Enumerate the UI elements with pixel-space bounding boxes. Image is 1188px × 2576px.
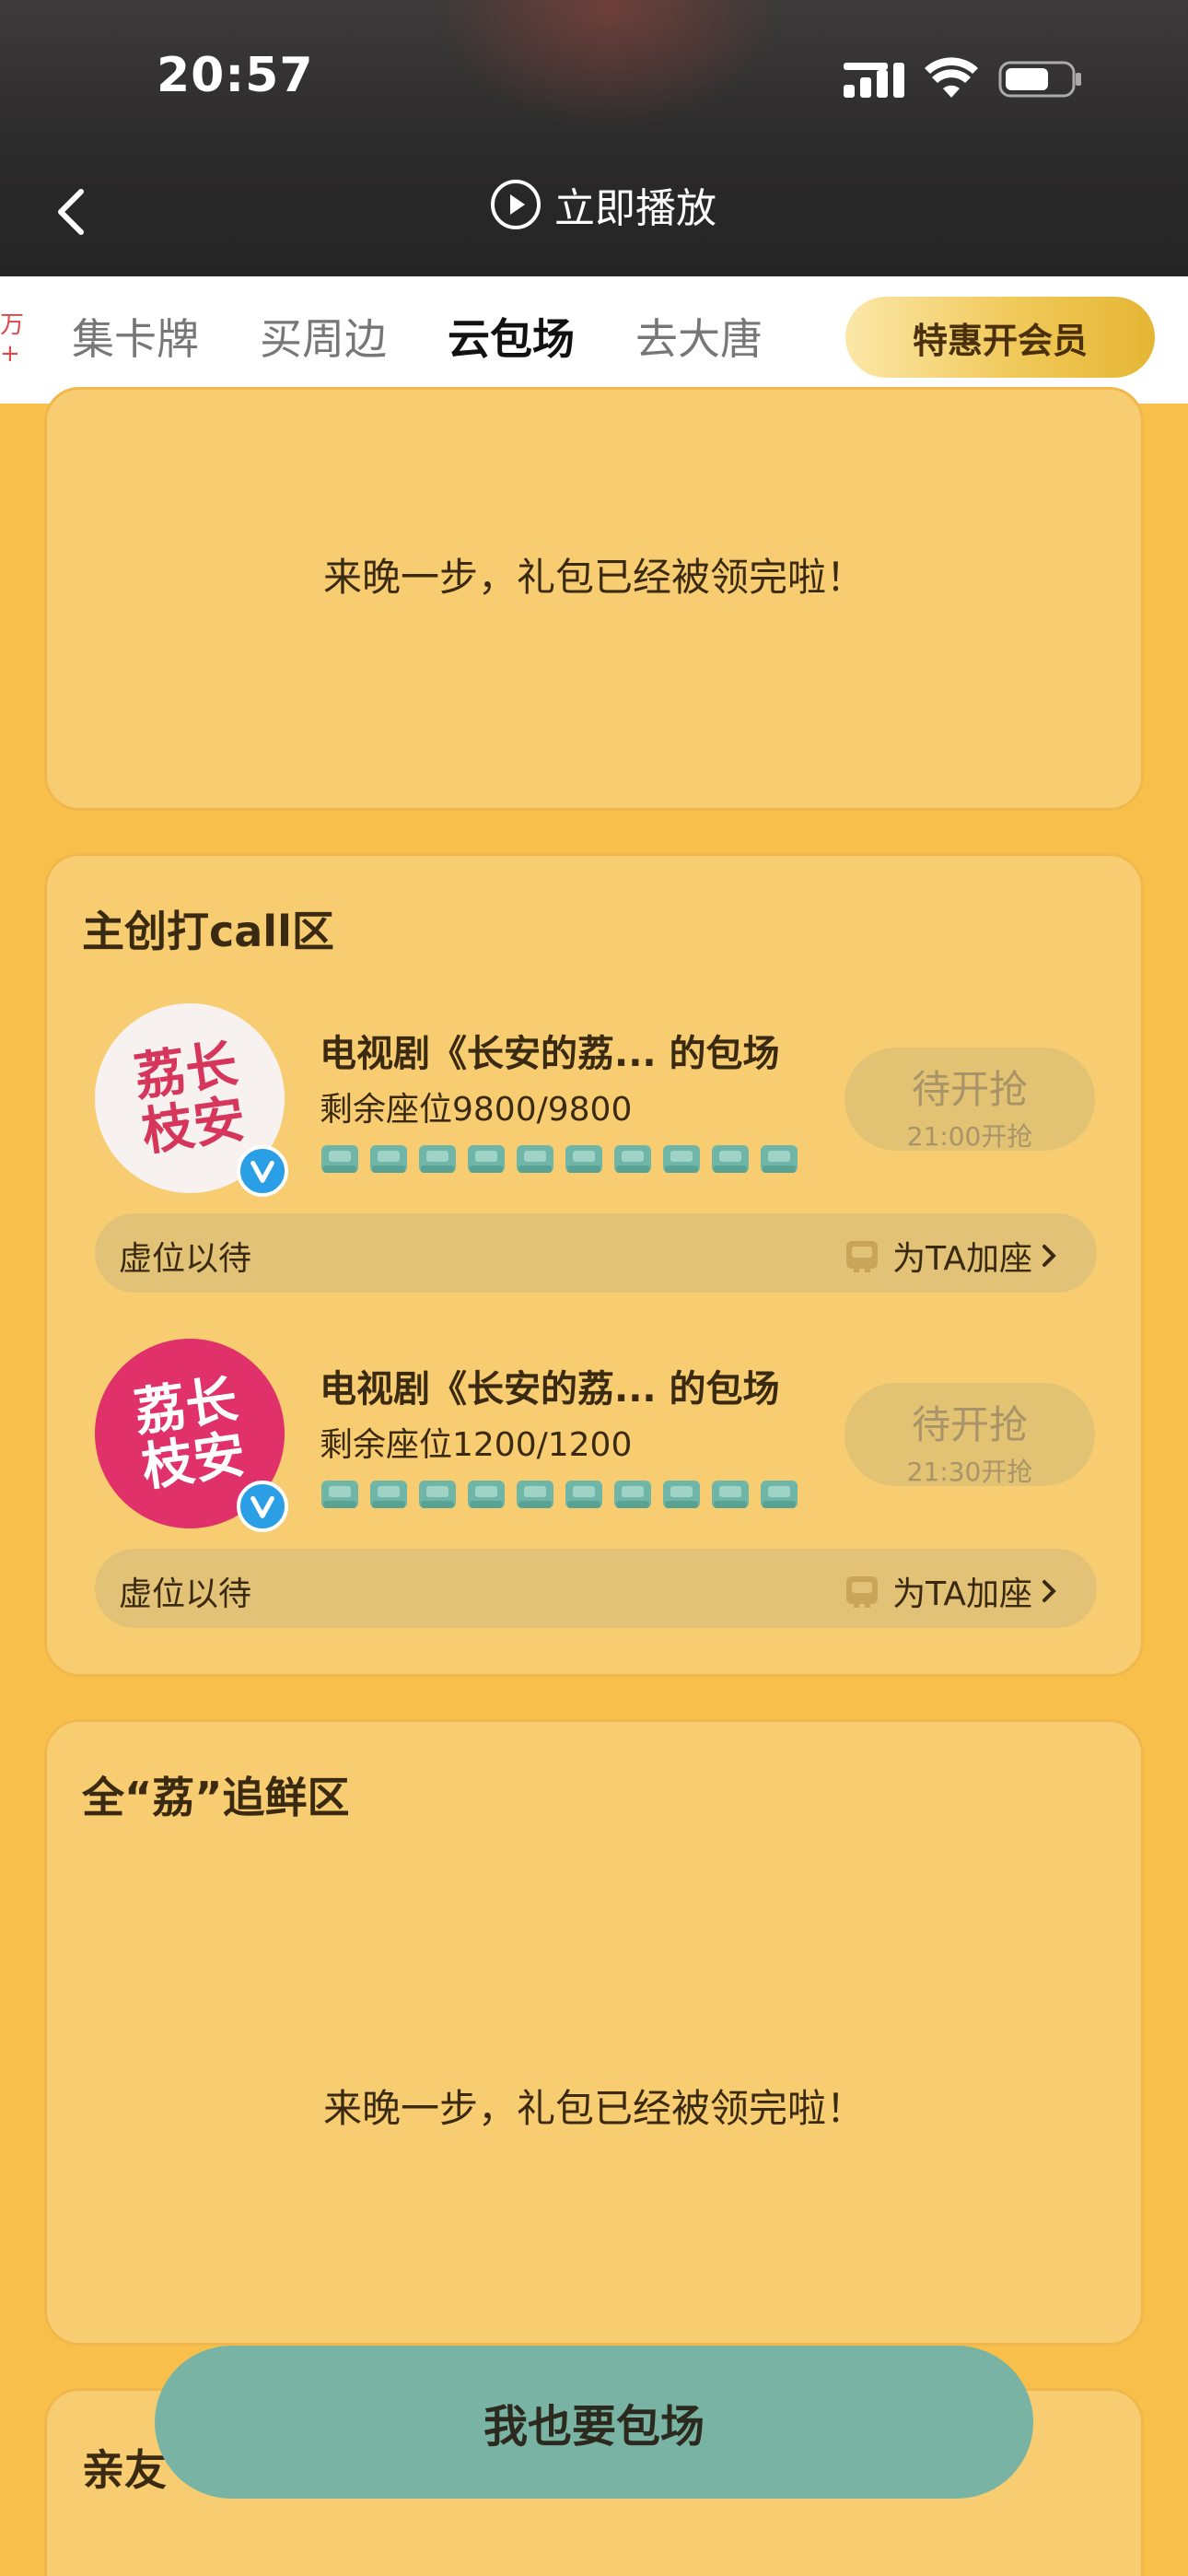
sofa-icon <box>846 1576 879 1608</box>
play-now-button[interactable]: 立即播放 <box>490 175 716 234</box>
remaining-seats: 剩余座位1200/1200 <box>320 1426 633 1464</box>
seat-icon <box>517 1145 553 1173</box>
drama-logo: 荔长 枝安 <box>130 1368 250 1499</box>
verified-badge-icon <box>237 1481 288 1532</box>
seat-icon <box>565 1145 602 1173</box>
add-seat-link[interactable]: 为TA加座 <box>843 1567 1069 1615</box>
tab-collect-cards[interactable]: 集卡牌 <box>72 306 199 367</box>
seat-icon <box>468 1481 505 1508</box>
status-time: 20:57 <box>157 48 314 103</box>
grab-status: 待开抢 <box>911 1067 1028 1112</box>
book-screening-button[interactable]: 我也要包场 <box>155 2346 1033 2499</box>
grab-time: 21:30开抢 <box>906 1457 1033 1487</box>
seat-icons-row <box>320 1142 808 1178</box>
battery-icon <box>998 61 1081 98</box>
add-seat-bar[interactable]: 虚位以待 为TA加座 <box>95 1213 1097 1293</box>
creator-avatar[interactable]: 荔长 枝安 <box>95 1003 288 1197</box>
add-seat-label: 为TA加座 <box>892 1240 1032 1278</box>
seat-icon <box>712 1481 749 1508</box>
gift-card-top: 来晚一步，礼包已经被领完啦！ <box>44 387 1144 811</box>
seat-icon <box>614 1145 651 1173</box>
seat-icon <box>614 1481 651 1508</box>
sofa-icon <box>846 1241 879 1272</box>
screening-name: 电视剧《长安的荔... 的包场 <box>320 1368 780 1411</box>
chevron-right-icon <box>1042 1580 1056 1602</box>
seat-icon <box>321 1145 358 1173</box>
seat-icon <box>370 1145 407 1173</box>
gift-empty-message: 来晚一步，礼包已经被领完啦！ <box>322 2086 865 2131</box>
chevron-right-icon <box>1042 1245 1056 1267</box>
back-icon[interactable] <box>52 184 88 240</box>
friends-zone-title: 亲友 <box>82 2445 167 2495</box>
grab-status-button[interactable]: 待开抢 21:30开抢 <box>844 1383 1095 1487</box>
play-now-label: 立即播放 <box>554 185 716 232</box>
grab-status-button[interactable]: 待开抢 21:00开抢 <box>844 1048 1095 1152</box>
grab-status: 待开抢 <box>911 1402 1028 1447</box>
remaining-seats: 剩余座位9800/9800 <box>320 1091 633 1129</box>
tab-buy-merch[interactable]: 买周边 <box>260 306 387 367</box>
wifi-icon <box>925 57 978 98</box>
grab-time: 21:00开抢 <box>906 1121 1033 1152</box>
verified-badge-icon <box>237 1145 288 1197</box>
add-seat-link[interactable]: 为TA加座 <box>843 1232 1069 1280</box>
new-tag-badge: 万+ <box>0 311 25 368</box>
add-seat-label: 为TA加座 <box>892 1575 1032 1613</box>
tab-cloud-screening[interactable]: 云包场 <box>448 306 575 367</box>
drama-logo: 荔长 枝安 <box>130 1033 250 1164</box>
seat-icon <box>419 1481 456 1508</box>
add-seat-bar[interactable]: 虚位以待 为TA加座 <box>95 1549 1097 1628</box>
seat-icon <box>321 1481 358 1508</box>
seat-icon <box>712 1145 749 1173</box>
cellular-signal-icon <box>844 63 904 98</box>
vip-button[interactable]: 特惠开会员 <box>845 297 1155 378</box>
screening-name: 电视剧《长安的荔... 的包场 <box>320 1033 780 1075</box>
creator-avatar[interactable]: 荔长 枝安 <box>95 1339 288 1532</box>
seat-icon <box>663 1145 700 1173</box>
creator-zone-card: 主创打call区 荔长 枝安 电视剧《长安的荔... 的包场 剩余座位9800/9… <box>44 853 1144 1677</box>
seat-icon <box>761 1145 798 1173</box>
seat-icon <box>663 1481 700 1508</box>
seat-icon <box>565 1481 602 1508</box>
vacancy-label: 虚位以待 <box>119 1240 252 1278</box>
seat-icon <box>370 1481 407 1508</box>
vacancy-label: 虚位以待 <box>119 1575 252 1613</box>
seat-icons-row <box>320 1477 808 1514</box>
seat-icon <box>761 1481 798 1508</box>
header-area: 20:57 立即播放 <box>0 0 1188 276</box>
creator-zone-title: 主创打call区 <box>82 907 334 956</box>
tab-go-datang[interactable]: 去大唐 <box>635 306 763 367</box>
play-icon <box>491 180 541 229</box>
gift-empty-message: 来晚一步，礼包已经被领完啦！ <box>322 555 865 600</box>
fresh-zone-card: 全“荔”追鲜区 来晚一步，礼包已经被领完啦！ <box>44 1719 1144 2346</box>
seat-icon <box>419 1145 456 1173</box>
fresh-zone-title: 全“荔”追鲜区 <box>82 1773 350 1822</box>
seat-icon <box>468 1145 505 1173</box>
seat-icon <box>517 1481 553 1508</box>
